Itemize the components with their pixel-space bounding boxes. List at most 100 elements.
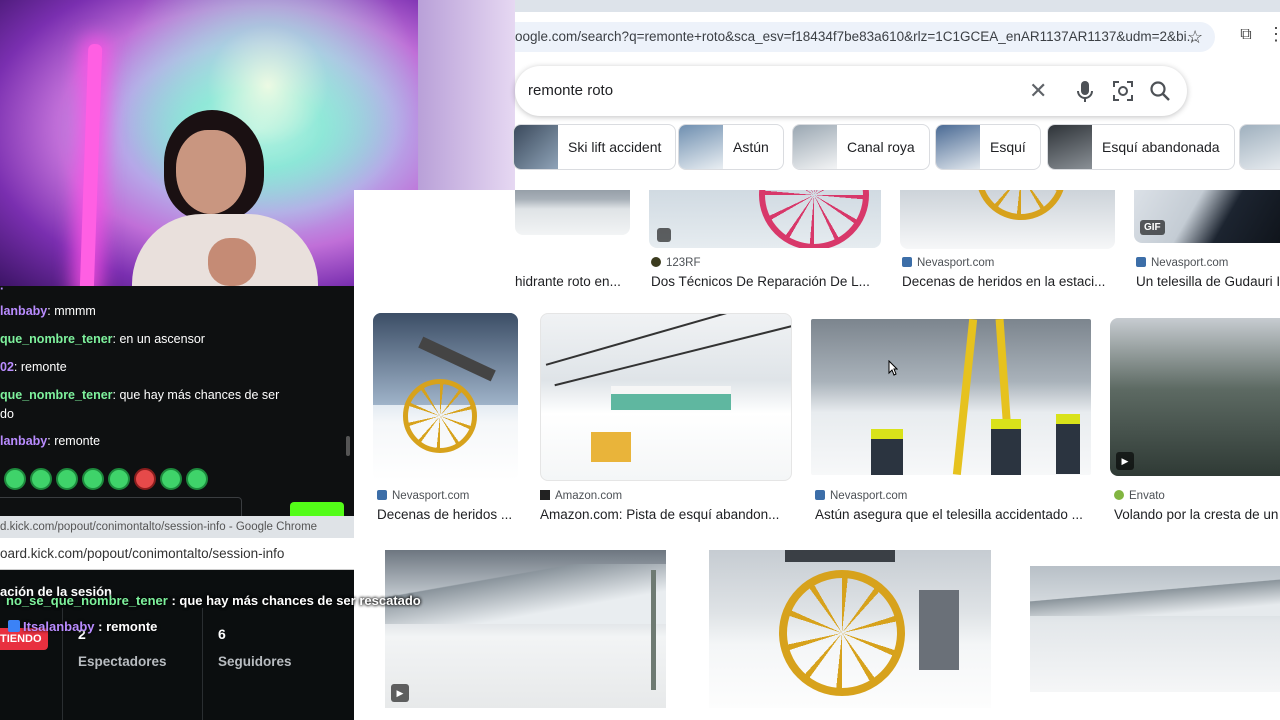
chip-label: Ski lift accident: [568, 139, 662, 155]
result-title[interactable]: Un telesilla de Gudauri I: [1136, 274, 1280, 289]
emote-icon[interactable]: [56, 468, 78, 490]
result-image[interactable]: ▶: [385, 550, 666, 708]
result-source[interactable]: Nevasport.com: [815, 490, 907, 502]
image-icon: [657, 228, 671, 242]
filter-chips: Ski lift accident Astún Canal roya Esquí…: [513, 124, 1280, 172]
chip-esqui[interactable]: Esquí: [935, 124, 1041, 170]
overlay-text: : remonte: [94, 619, 158, 634]
gif-badge: GIF: [1140, 220, 1165, 235]
chip-thumbnail: [1240, 125, 1280, 169]
tab-strip[interactable]: [515, 0, 1280, 12]
lift-wheel: [779, 570, 905, 696]
chat-text: : remonte: [13, 360, 67, 374]
chat-username[interactable]: que_nombre_tener: [0, 332, 113, 346]
chat-message: que_nombre_tener: que hay más chances de…: [0, 386, 300, 404]
chip-label: Esquí: [990, 139, 1026, 155]
result-source[interactable]: 123RF: [651, 257, 701, 269]
followers-stat: 6 Seguidores: [218, 626, 292, 669]
window-titlebar[interactable]: d.kick.com/popout/conimontalto/session-i…: [0, 516, 354, 538]
lift-wheel: [976, 190, 1066, 220]
badge-icon: [8, 620, 20, 632]
chat-message: lanbaby: mmmm: [0, 302, 300, 320]
result-image[interactable]: GIF: [1134, 190, 1280, 243]
send-button[interactable]: [290, 502, 344, 516]
result-image[interactable]: [515, 190, 630, 235]
emote-icon[interactable]: [108, 468, 130, 490]
chat-username[interactable]: 02: [0, 360, 14, 374]
bookmark-star-icon[interactable]: ☆: [1187, 27, 1203, 48]
result-image[interactable]: [1030, 566, 1280, 692]
chip-label: Astún: [733, 139, 769, 155]
result-source[interactable]: Nevasport.com: [902, 257, 994, 269]
result-source[interactable]: Nevasport.com: [377, 490, 469, 502]
result-title[interactable]: hidrante roto en...: [515, 274, 630, 289]
emote-icon[interactable]: [4, 468, 26, 490]
result-title[interactable]: Volando por la cresta de un: [1114, 507, 1280, 522]
chat-message: que_nombre_tener: en un ascensor: [0, 330, 300, 348]
chip-astun[interactable]: Astún: [678, 124, 784, 170]
chat-scrollbar[interactable]: [346, 436, 350, 456]
chat-text: do: [0, 407, 14, 421]
result-title[interactable]: Astún asegura que el telesilla accidenta…: [815, 507, 1090, 522]
chip-label: Canal roya: [847, 139, 915, 155]
chat-username[interactable]: lanbaby: [0, 304, 47, 318]
menu-icon[interactable]: ⋮: [1267, 24, 1280, 45]
microphone-icon[interactable]: [1075, 80, 1095, 104]
chip-esqui-abandonada[interactable]: Esquí abandonada: [1047, 124, 1235, 170]
result-image[interactable]: [709, 550, 991, 708]
chat-input[interactable]: [0, 497, 242, 516]
chat-text: : remonte: [47, 434, 101, 448]
viewers-label: Espectadores: [78, 654, 167, 669]
chat-username[interactable]: que_nombre_tener: [0, 388, 113, 402]
address-bar[interactable]: oogle.com/search?q=remonte+roto&sca_esv=…: [515, 22, 1215, 52]
chat-message: lanbaby: remonte: [0, 432, 300, 450]
result-image[interactable]: [649, 190, 881, 248]
result-title[interactable]: Decenas de heridos en la estaci...: [902, 274, 1115, 289]
emote-icon[interactable]: [160, 468, 182, 490]
lift-wheel: [403, 379, 477, 453]
chat-message: ·: [0, 286, 5, 296]
emote-icon[interactable]: [186, 468, 208, 490]
emote-bar: [4, 468, 208, 490]
divider: [202, 608, 203, 720]
emote-icon[interactable]: [30, 468, 52, 490]
extensions-icon[interactable]: ⧉: [1235, 24, 1257, 46]
screen: oogle.com/search?q=remonte+roto&sca_esv=…: [0, 0, 1280, 720]
chat-text: : en un ascensor: [112, 332, 205, 346]
chip-more[interactable]: [1239, 124, 1280, 170]
result-image[interactable]: [900, 190, 1115, 249]
play-icon[interactable]: ▶: [391, 684, 409, 702]
chat-username[interactable]: lanbaby: [0, 434, 47, 448]
popout-address-bar[interactable]: oard.kick.com/popout/conimontalto/sessio…: [0, 538, 354, 570]
result-title[interactable]: Amazon.com: Pista de esquí abandon...: [540, 507, 792, 522]
overlay-message: no_se_que_nombre_tener : que hay más cha…: [6, 593, 421, 608]
followers-count: 6: [218, 626, 226, 642]
chip-thumbnail: [936, 125, 980, 169]
play-icon[interactable]: ▶: [1116, 452, 1134, 470]
result-image[interactable]: ▶: [1110, 318, 1280, 476]
followers-label: Seguidores: [218, 654, 292, 669]
chip-thumbnail: [793, 125, 837, 169]
chat-message: do: [0, 405, 300, 423]
chip-canal-roya[interactable]: Canal roya: [792, 124, 930, 170]
emote-icon[interactable]: [134, 468, 156, 490]
result-title[interactable]: Dos Técnicos De Reparación De L...: [651, 274, 881, 289]
result-source[interactable]: Envato: [1114, 490, 1165, 502]
lift-wheel: [759, 190, 869, 248]
chip-ski-lift-accident[interactable]: Ski lift accident: [513, 124, 677, 170]
emote-icon[interactable]: [82, 468, 104, 490]
close-icon[interactable]: ✕: [1029, 78, 1047, 104]
browser-window: oogle.com/search?q=remonte+roto&sca_esv=…: [513, 0, 1280, 190]
streamer-face: [176, 130, 246, 214]
result-source[interactable]: Nevasport.com: [1136, 257, 1228, 269]
result-title[interactable]: Decenas de heridos ...: [377, 507, 522, 522]
camera-search-icon[interactable]: [1112, 80, 1134, 102]
overlay-username: Itsalanbaby: [23, 619, 95, 634]
result-image[interactable]: [540, 313, 792, 481]
result-image[interactable]: [811, 319, 1091, 475]
result-image[interactable]: [373, 313, 518, 481]
search-input[interactable]: remonte roto: [528, 66, 613, 116]
result-source[interactable]: Amazon.com: [540, 490, 622, 502]
search-icon[interactable]: [1149, 80, 1171, 102]
search-box[interactable]: remonte roto ✕: [515, 66, 1187, 116]
